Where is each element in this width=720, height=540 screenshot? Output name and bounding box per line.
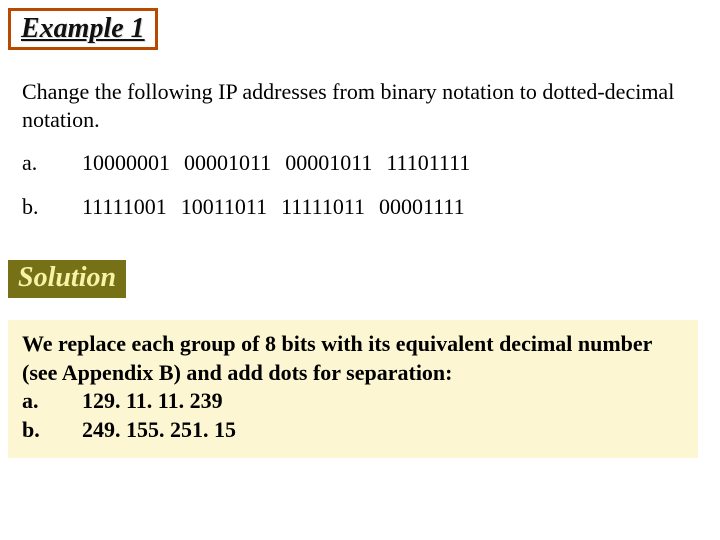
octet: 11111001 <box>82 194 167 220</box>
answer-row: b. 249. 155. 251. 15 <box>22 416 684 445</box>
list-item: b. 11111001 10011011 11111011 00001111 <box>22 194 682 220</box>
prompt-text: Change the following IP addresses from b… <box>22 78 682 133</box>
answer-value: 129. 11. 11. 239 <box>82 387 223 416</box>
octet: 10011011 <box>181 194 267 220</box>
answer-value: 249. 155. 251. 15 <box>82 416 236 445</box>
octet: 00001011 <box>285 150 372 176</box>
answer-box: We replace each group of 8 bits with its… <box>8 320 698 458</box>
answer-row: a. 129. 11. 11. 239 <box>22 387 684 416</box>
solution-header-box: Solution <box>8 260 126 298</box>
example-header-text: Example 1 <box>21 13 145 44</box>
example-header-box: Example 1 <box>8 8 158 50</box>
page: Example 1 Change the following IP addres… <box>0 0 720 540</box>
octet: 11111011 <box>281 194 365 220</box>
list-item: a. 10000001 00001011 00001011 11101111 <box>22 150 682 176</box>
octet: 10000001 <box>82 150 170 176</box>
octet: 11101111 <box>386 150 470 176</box>
item-octets: 11111001 10011011 11111011 00001111 <box>82 194 465 220</box>
octet: 00001011 <box>184 150 271 176</box>
answer-intro: We replace each group of 8 bits with its… <box>22 330 684 387</box>
item-label: a. <box>22 150 82 176</box>
answer-label: b. <box>22 416 82 445</box>
items-list: a. 10000001 00001011 00001011 11101111 b… <box>22 150 682 238</box>
octet: 00001111 <box>379 194 465 220</box>
answer-label: a. <box>22 387 82 416</box>
item-label: b. <box>22 194 82 220</box>
item-octets: 10000001 00001011 00001011 11101111 <box>82 150 470 176</box>
solution-header-text: Solution <box>18 262 116 293</box>
